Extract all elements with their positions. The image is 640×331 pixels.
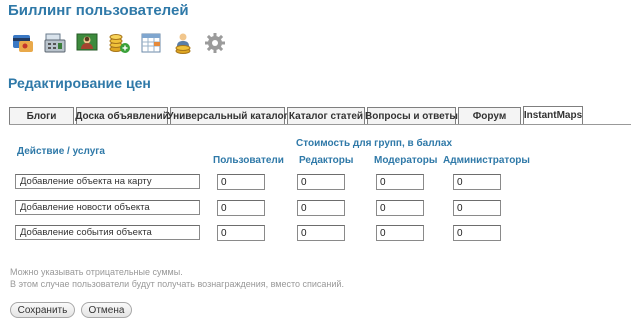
users-money-icon[interactable] [74,30,100,56]
coins-add-icon[interactable] [106,30,132,56]
page-title: Биллинг пользователей [8,2,189,19]
tab-universal-catalog[interactable]: Универсальный каталог [167,107,288,124]
tab-bar: Блоги Доска объявлений Универсальный кат… [9,106,583,124]
section-title: Редактирование цен [8,75,151,91]
column-header-editors: Редакторы [299,155,354,166]
price-input-editors[interactable] [297,200,345,216]
column-header-users: Пользователи [213,155,284,166]
billing-card-icon[interactable] [10,30,36,56]
price-input-users[interactable] [217,225,265,241]
action-column-header: Действие / услуга [17,146,105,157]
tab-questions-answers[interactable]: Вопросы и ответы [365,107,458,124]
group-cost-header: Стоимость для групп, в баллах [296,138,453,149]
price-input-moderators[interactable] [376,225,424,241]
price-input-users[interactable] [217,200,265,216]
hint-negative-amounts: Можно указывать отрицательные суммы. [10,267,183,277]
tab-divider [9,124,631,125]
price-input-editors[interactable] [297,225,345,241]
column-header-moderators: Модераторы [374,155,438,166]
tab-instantmaps[interactable]: InstantMaps [523,106,583,124]
tab-articles-catalog[interactable]: Каталог статей [287,107,365,124]
gear-icon[interactable] [202,30,228,56]
price-input-editors[interactable] [297,174,345,190]
price-input-administrators[interactable] [453,200,501,216]
column-header-administrators: Администраторы [443,155,530,166]
price-input-administrators[interactable] [453,174,501,190]
tab-forum[interactable]: Форум [458,107,521,124]
user-coins-icon[interactable] [170,30,196,56]
action-label-add-news: Добавление новости объекта [15,200,200,215]
price-table-icon[interactable] [138,30,164,56]
cancel-button[interactable]: Отмена [81,302,132,318]
tab-classifieds[interactable]: Доска объявлений [75,107,169,124]
action-label-add-object: Добавление объекта на карту [15,174,200,189]
price-input-moderators[interactable] [376,200,424,216]
action-label-add-event: Добавление события объекта [15,225,200,240]
price-input-administrators[interactable] [453,225,501,241]
price-input-moderators[interactable] [376,174,424,190]
cash-register-icon[interactable] [42,30,68,56]
save-button[interactable]: Сохранить [10,302,75,318]
price-input-users[interactable] [217,174,265,190]
hint-rewards: В этом случае пользователи будут получат… [10,279,344,289]
tab-blogs[interactable]: Блоги [9,107,74,124]
toolbar [10,30,228,58]
